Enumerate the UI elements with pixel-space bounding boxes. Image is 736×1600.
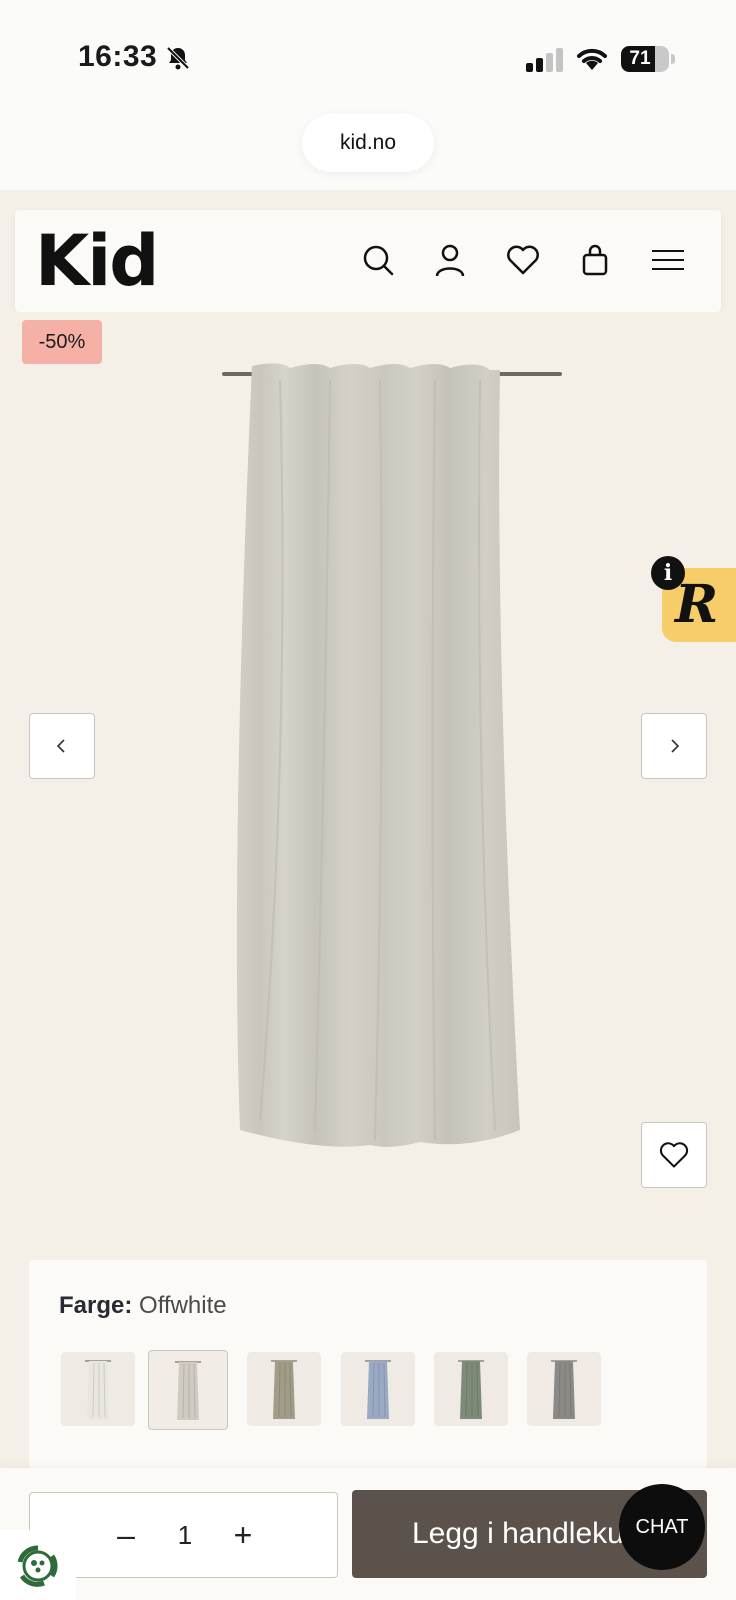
add-to-cart-label: Legg i handlekurv bbox=[412, 1517, 649, 1550]
menu-icon[interactable] bbox=[650, 242, 686, 278]
url-bar[interactable]: kid.no bbox=[302, 114, 434, 172]
discount-badge: -50% bbox=[22, 320, 102, 364]
status-time: 16:33 bbox=[78, 40, 158, 73]
swatch-curtain-thumbnail bbox=[458, 1360, 484, 1419]
search-icon[interactable] bbox=[360, 242, 396, 278]
swatch-curtain-thumbnail bbox=[85, 1360, 111, 1419]
wifi-icon bbox=[577, 48, 607, 70]
swatch-curtain-thumbnail bbox=[175, 1361, 201, 1420]
color-label: Farge: Offwhite bbox=[59, 1292, 227, 1320]
color-swatch-grey[interactable] bbox=[527, 1352, 601, 1426]
color-swatch-blue[interactable] bbox=[341, 1352, 415, 1426]
color-swatch-white[interactable] bbox=[61, 1352, 135, 1426]
info-icon[interactable]: i bbox=[651, 556, 685, 590]
signal-icon bbox=[526, 48, 563, 72]
recycle-badge[interactable] bbox=[0, 1530, 76, 1600]
chevron-right-icon bbox=[671, 739, 680, 753]
color-swatch-green[interactable] bbox=[434, 1352, 508, 1426]
recycle-icon bbox=[17, 1545, 58, 1587]
color-swatch-olive[interactable] bbox=[247, 1352, 321, 1426]
battery-level: 71 bbox=[629, 48, 651, 69]
quantity-value[interactable]: 1 bbox=[170, 1512, 200, 1558]
battery-indicator: 71 bbox=[621, 46, 669, 72]
add-to-wishlist-button[interactable] bbox=[641, 1122, 707, 1188]
bell-off-icon bbox=[166, 46, 190, 70]
color-label-key: Farge: bbox=[59, 1292, 133, 1319]
next-image-button[interactable] bbox=[641, 713, 707, 779]
heart-icon[interactable] bbox=[505, 242, 541, 278]
site-logo[interactable]: Kid bbox=[35, 220, 159, 302]
color-label-value: Offwhite bbox=[139, 1292, 227, 1319]
quantity-increase-button[interactable]: + bbox=[228, 1512, 258, 1558]
chat-button[interactable]: CHAT bbox=[619, 1484, 705, 1570]
site-header: Kid bbox=[15, 210, 721, 312]
swatch-curtain-thumbnail bbox=[551, 1360, 577, 1419]
bag-icon[interactable] bbox=[577, 242, 613, 278]
user-icon[interactable] bbox=[432, 242, 468, 278]
battery-cap bbox=[671, 54, 675, 64]
heart-icon bbox=[659, 1142, 689, 1168]
chevron-left-icon bbox=[56, 739, 65, 753]
color-selector: Farge: Offwhite bbox=[29, 1260, 707, 1490]
swatch-curtain-thumbnail bbox=[365, 1360, 391, 1419]
product-image bbox=[222, 363, 562, 1147]
swatch-curtain-thumbnail bbox=[271, 1360, 297, 1419]
prev-image-button[interactable] bbox=[29, 713, 95, 779]
quantity-decrease-button[interactable]: – bbox=[112, 1512, 140, 1558]
color-swatch-offwhite[interactable] bbox=[148, 1350, 228, 1430]
